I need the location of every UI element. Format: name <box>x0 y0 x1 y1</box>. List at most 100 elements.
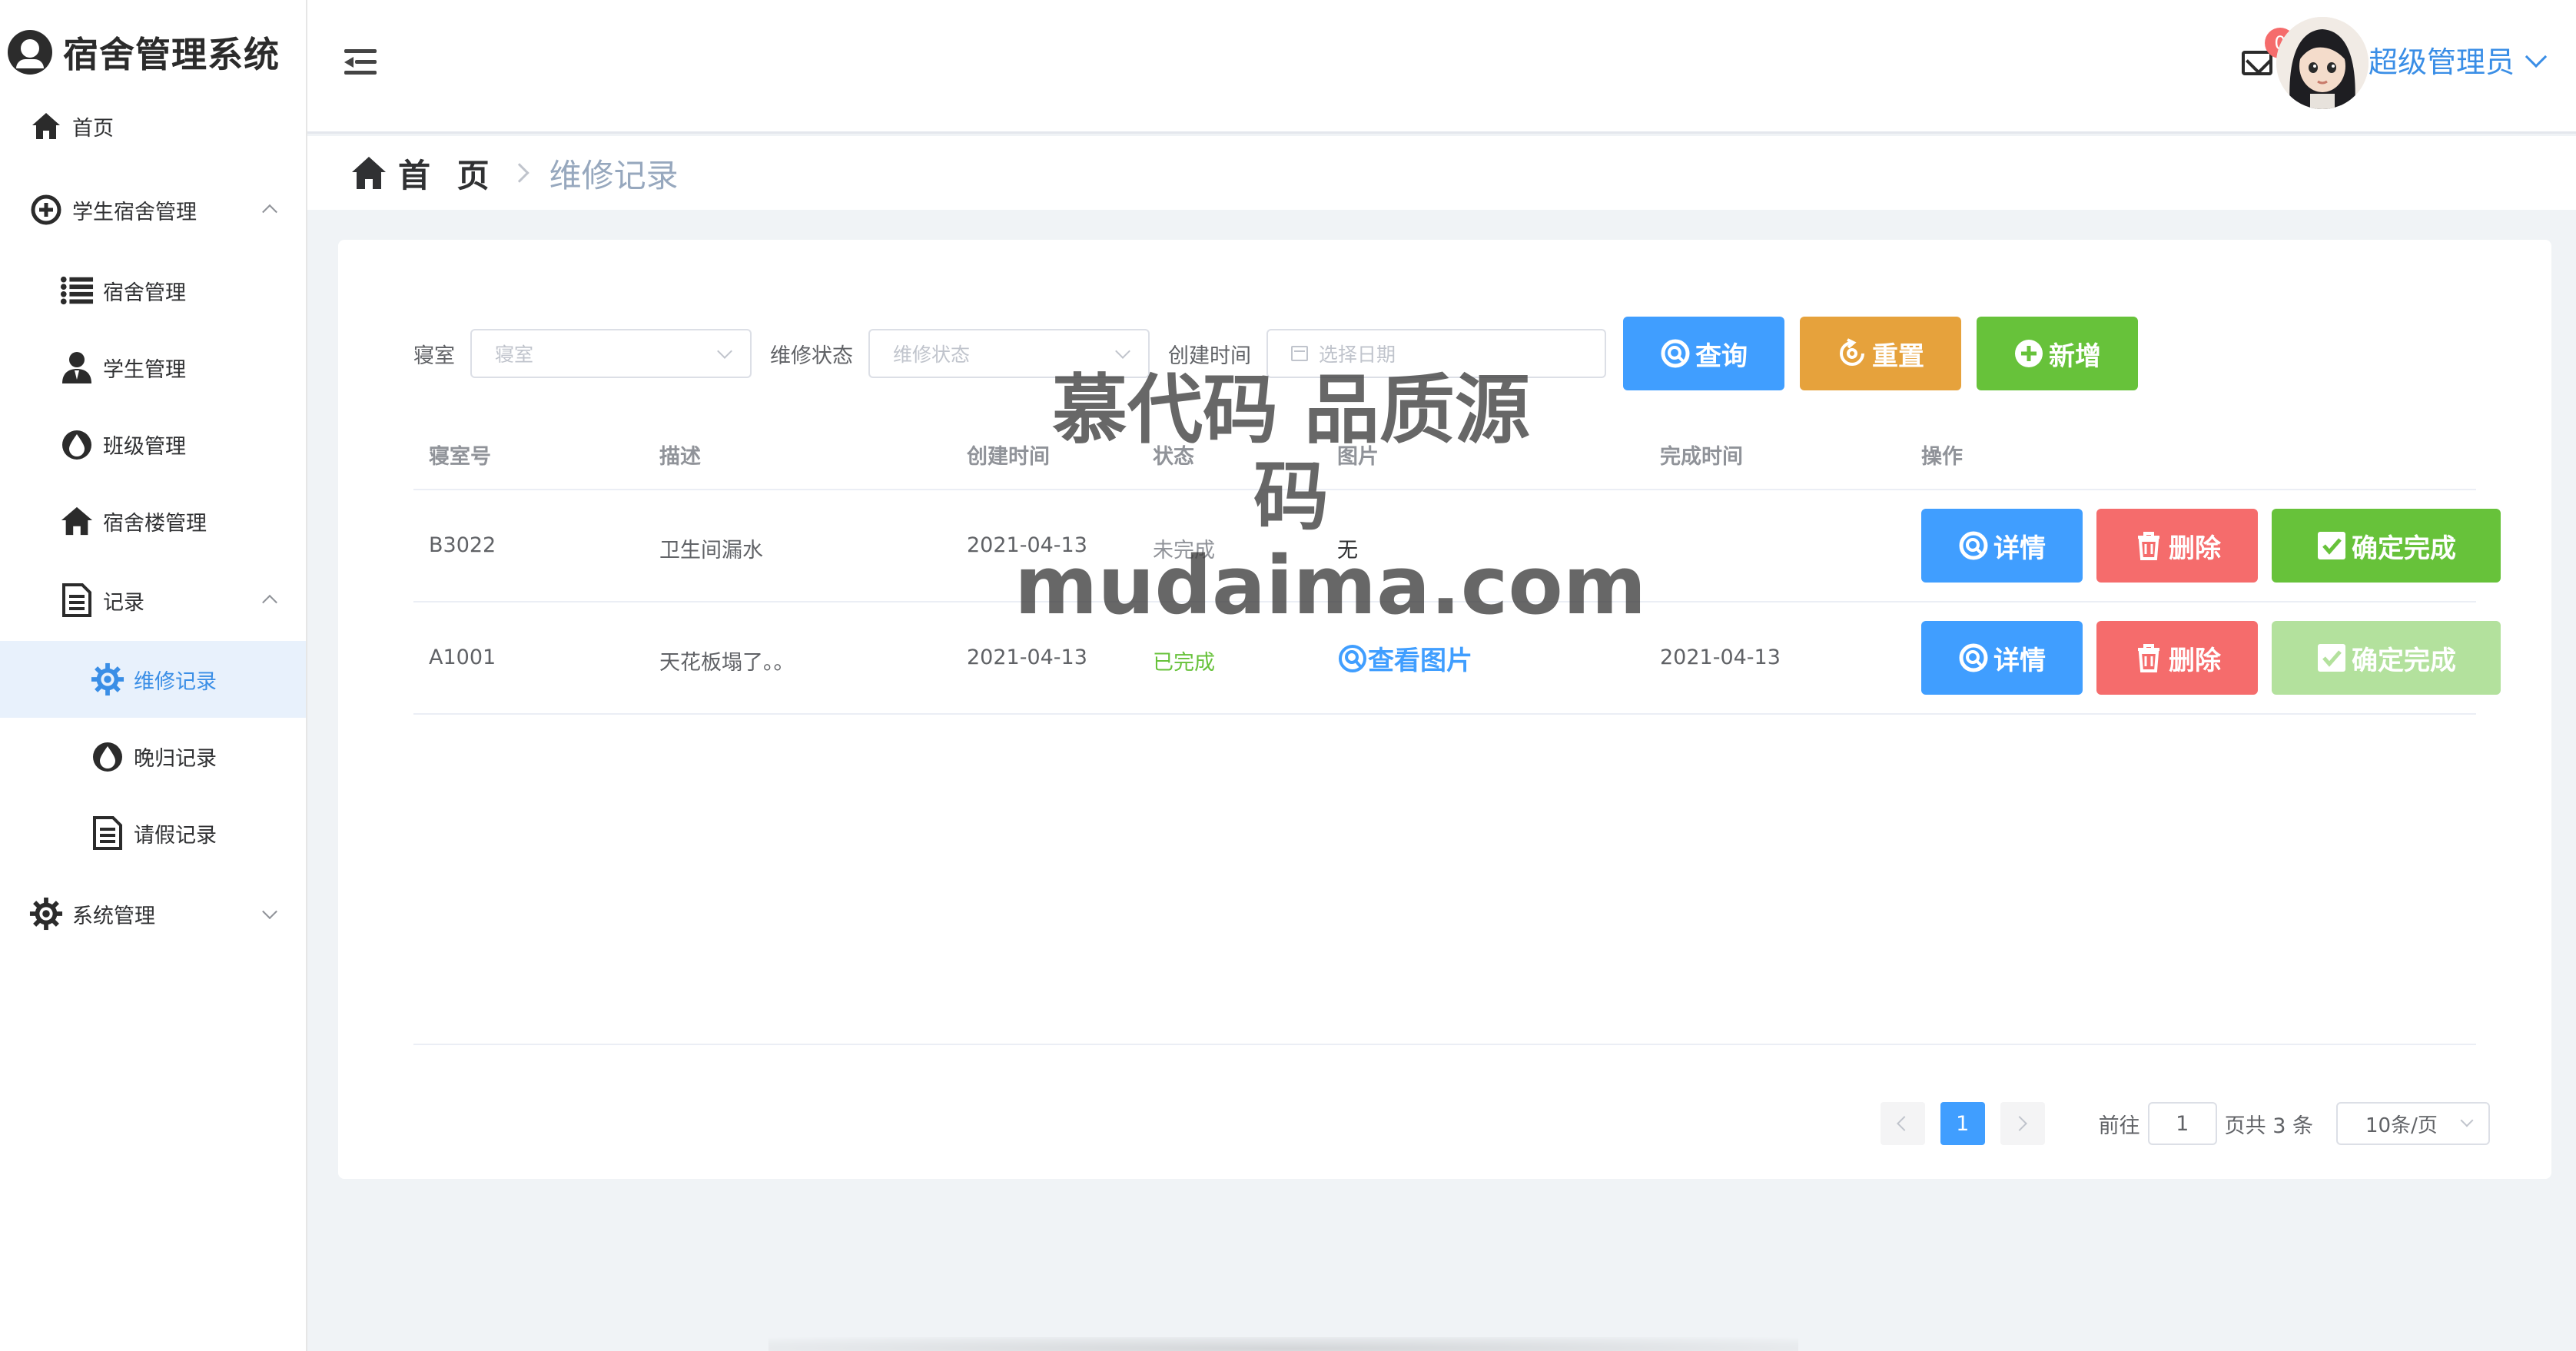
add-button[interactable]: 新增 <box>1977 317 2138 390</box>
sidebar-item-student-dorm[interactable]: 学生宿舍管理 <box>0 168 306 252</box>
row-actions: 详情 删除 确定完成 <box>1921 621 2501 695</box>
mail-icon[interactable] <box>2242 51 2272 75</box>
sidebar-item-home[interactable]: 首页 <box>0 85 306 168</box>
check-square-icon <box>2318 644 2345 672</box>
reset-button-label: 重置 <box>1872 340 1924 372</box>
date-picker[interactable]: 选择日期 <box>1266 329 1606 378</box>
sidebar-item-late-return[interactable]: 晚归记录 <box>0 718 306 795</box>
table-row: B3022 卫生间漏水 2021-04-13 未完成 无 详情 删除 确定完成 <box>413 490 2501 602</box>
sidebar-item-label: 记录 <box>103 590 144 615</box>
sidebar-item-label: 宿舍楼管理 <box>103 511 207 536</box>
cell-desc: 卫生间漏水 <box>659 539 763 563</box>
goto-page-input[interactable]: 1 <box>2147 1102 2217 1145</box>
col-image: 图片 <box>1337 445 1379 469</box>
detail-button[interactable]: 详情 <box>1921 621 2083 695</box>
sidebar-item-records[interactable]: 记录 <box>0 559 306 641</box>
check-square-icon <box>2318 532 2345 559</box>
col-finished: 完成时间 <box>1660 445 1743 469</box>
confirm-complete-label: 确定完成 <box>2352 533 2456 564</box>
cell-finished: 2021-04-13 <box>1660 646 1781 669</box>
col-desc: 描述 <box>659 445 701 469</box>
sidebar-menu: 首页 学生宿舍管理 宿舍管理 学生管理 班级管理 宿舍楼管理 记录 维修记录 晚… <box>0 85 306 956</box>
page-number-current[interactable]: 1 <box>1940 1102 1985 1145</box>
view-image-link[interactable]: 查看图片 <box>1337 639 1472 677</box>
query-button[interactable]: 查询 <box>1623 317 1784 390</box>
sidebar-item-repair-records[interactable]: 维修记录 <box>0 641 306 718</box>
sidebar-item-label: 系统管理 <box>72 904 155 928</box>
chevron-down-icon <box>717 344 732 359</box>
chevron-left-icon <box>1896 1116 1912 1131</box>
sidebar-item-label: 维修记录 <box>134 669 217 694</box>
sidebar-item-leave[interactable]: 请假记录 <box>0 795 306 871</box>
sidebar-item-building[interactable]: 宿舍楼管理 <box>0 483 306 559</box>
drop-icon <box>60 427 94 461</box>
room-filter-label: 寝室 <box>413 344 455 368</box>
reset-button[interactable]: 重置 <box>1800 317 1961 390</box>
chevron-right-icon <box>509 163 529 183</box>
sidebar-item-class[interactable]: 班级管理 <box>0 406 306 483</box>
table-divider <box>413 1044 2476 1045</box>
date-filter-label: 创建时间 <box>1168 344 1251 368</box>
sidebar-item-dorm[interactable]: 宿舍管理 <box>0 252 306 329</box>
pagination: 1 前往 1 页共 3 条 10条/页 <box>1880 1100 2490 1147</box>
home-icon <box>352 157 386 189</box>
cell-room: B3022 <box>429 533 496 557</box>
col-actions: 操作 <box>1921 445 1963 469</box>
query-button-label: 查询 <box>1695 340 1748 372</box>
calendar-icon <box>1291 346 1308 361</box>
prev-page-button[interactable] <box>1880 1102 1925 1145</box>
sidebar-item-student[interactable]: 学生管理 <box>0 329 306 406</box>
confirm-complete-label: 确定完成 <box>2352 645 2456 676</box>
next-page-button[interactable] <box>2000 1102 2045 1145</box>
sidebar-item-label: 晚归记录 <box>134 746 217 771</box>
sidebar-item-system[interactable]: 系统管理 <box>0 871 306 956</box>
document-icon <box>91 816 124 850</box>
user-icon <box>60 350 94 384</box>
col-room: 寝室号 <box>429 445 491 469</box>
sidebar-item-label: 学生宿舍管理 <box>72 200 197 224</box>
sidebar-item-label: 宿舍管理 <box>103 280 186 305</box>
status-select-placeholder: 维修状态 <box>893 344 971 366</box>
chevron-up-icon <box>262 204 277 220</box>
detail-button[interactable]: 详情 <box>1921 509 2083 583</box>
status-select[interactable]: 维修状态 <box>868 329 1150 378</box>
breadcrumb-home[interactable]: 首 页 <box>398 150 497 197</box>
goto-label: 前往 <box>2098 1114 2140 1138</box>
plus-circle-icon <box>2015 340 2043 367</box>
username[interactable]: 超级管理员 <box>2369 38 2515 81</box>
page-size-select[interactable]: 10条/页 <box>2336 1102 2490 1145</box>
drop-icon <box>91 739 124 773</box>
filter-bar: 寝室 寝室 维修状态 维修状态 创建时间 选择日期 查询 重置 新增 <box>413 317 2138 390</box>
delete-button[interactable]: 删除 <box>2096 621 2258 695</box>
chevron-down-icon <box>2460 1114 2474 1127</box>
avatar[interactable] <box>2276 17 2369 109</box>
room-select[interactable]: 寝室 <box>470 329 752 378</box>
menu-toggle-icon[interactable] <box>344 49 377 75</box>
cell-created: 2021-04-13 <box>967 646 1087 669</box>
building-icon <box>60 504 94 538</box>
col-created: 创建时间 <box>967 445 1050 469</box>
app-logo[interactable]: 宿舍管理系统 <box>8 22 280 83</box>
confirm-complete-button[interactable]: 确定完成 <box>2272 509 2501 583</box>
search-icon <box>1959 643 1988 672</box>
chevron-right-icon <box>2011 1116 2027 1131</box>
page-size-value: 10条/页 <box>2365 1114 2438 1137</box>
main-card: 寝室 寝室 维修状态 维修状态 创建时间 选择日期 查询 重置 新增 寝室号 描… <box>338 240 2551 1179</box>
chevron-down-icon[interactable] <box>2525 45 2548 68</box>
chevron-down-icon <box>1115 344 1130 359</box>
cell-desc: 天花板塌了。。 <box>659 651 795 675</box>
chevron-up-icon <box>262 594 277 610</box>
delete-button[interactable]: 删除 <box>2096 509 2258 583</box>
sidebar-item-label: 首页 <box>72 116 114 141</box>
cell-created: 2021-04-13 <box>967 533 1087 557</box>
trash-icon <box>2138 532 2159 560</box>
detail-button-label: 详情 <box>1993 645 2046 676</box>
refresh-icon <box>1840 338 1864 366</box>
date-picker-placeholder: 选择日期 <box>1319 344 1396 366</box>
view-image-label: 查看图片 <box>1368 646 1472 676</box>
cell-image: 无 <box>1337 539 1358 563</box>
gear-icon <box>91 662 124 696</box>
cell-status: 已完成 <box>1153 651 1215 675</box>
sidebar-item-label: 班级管理 <box>103 434 186 459</box>
trash-icon <box>2138 644 2159 672</box>
